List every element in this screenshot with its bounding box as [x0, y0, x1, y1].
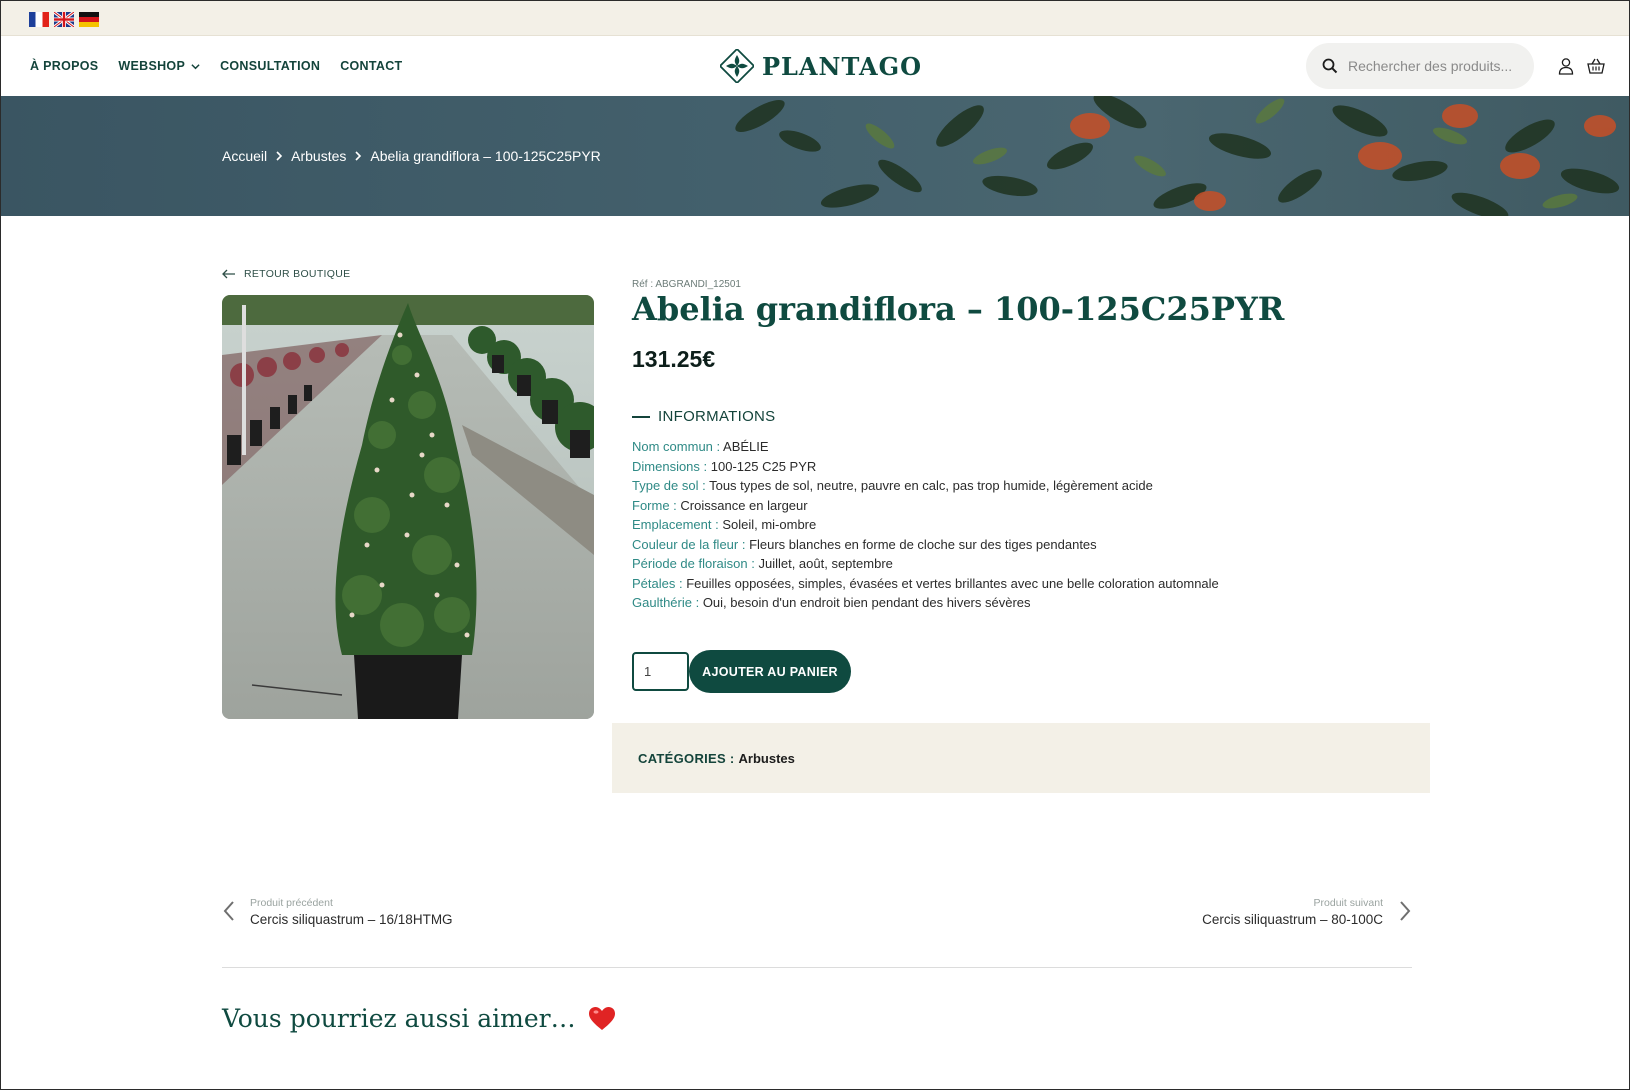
prev-product-link[interactable]: Cercis siliquastrum – 16/18HTMG [250, 912, 453, 927]
info-key: Type de sol : [632, 478, 706, 493]
back-label: RETOUR BOUTIQUE [244, 268, 351, 280]
info-key: Forme : [632, 497, 677, 513]
search-input[interactable] [1348, 58, 1518, 74]
related-products-heading: Vous pourriez aussi aimer… [222, 1004, 616, 1033]
info-value: Oui, besoin d'un endroit bien pendant de… [699, 595, 1031, 610]
product-title: Abelia grandiflora – 100-125C25PYR [632, 290, 1285, 328]
logo-text: PLANTAGO [762, 51, 923, 81]
hero-banner: Accueil Arbustes Abelia grandiflora – 10… [0, 96, 1630, 216]
info-key: Pétales : [632, 575, 683, 591]
info-value: Feuilles opposées, simples, évasées et v… [682, 575, 1219, 591]
nav-consultation[interactable]: CONSULTATION [220, 59, 320, 73]
info-item: Période de floraison : Juillet, août, se… [632, 554, 1219, 574]
related-heading-label: Vous pourriez aussi aimer… [222, 1004, 576, 1033]
info-value: Croissance en largeur [676, 497, 808, 513]
info-key: Dimensions : [632, 458, 708, 474]
nav-a-propos[interactable]: À PROPOS [30, 59, 98, 73]
info-item: Gaulthérie : Oui, besoin d'un endroit bi… [632, 593, 1219, 613]
chevron-down-icon [191, 63, 200, 69]
info-item: Dimensions : 100-125 C25 PYR [632, 457, 1219, 477]
info-key: Couleur de la fleur : [632, 536, 746, 552]
next-product-label: Produit suivant [1313, 897, 1383, 909]
section-divider [222, 967, 1412, 968]
uk-flag-icon[interactable] [54, 12, 74, 27]
nav-contact[interactable]: CONTACT [340, 59, 402, 73]
quantity-input[interactable] [632, 652, 689, 691]
info-value: Fleurs blanches en forme de cloche sur d… [745, 536, 1097, 552]
info-key: Gaulthérie : [632, 595, 700, 610]
add-to-cart-button[interactable]: AJOUTER AU PANIER [689, 650, 851, 693]
back-to-shop-link[interactable]: RETOUR BOUTIQUE [222, 268, 350, 280]
prev-product-label: Produit précédent [250, 897, 333, 909]
info-item: Type de sol : Tous types de sol, neutre,… [632, 476, 1219, 496]
heading-dash [632, 415, 650, 418]
chevron-left-icon[interactable] [222, 900, 236, 922]
info-key: Période de floraison : [632, 556, 755, 571]
info-item: Pétales : Feuilles opposées, simples, év… [632, 574, 1219, 594]
info-value: ABÉLIE [720, 439, 769, 454]
categories-link[interactable]: Arbustes [739, 751, 795, 766]
product-price: 131.25€ [632, 346, 716, 372]
info-value: 100-125 C25 PYR [707, 458, 817, 474]
breadcrumb-current: Abelia grandiflora – 100-125C25PYR [370, 148, 601, 164]
site-header: À PROPOS WEBSHOP CONSULTATION CONTACT PL… [0, 36, 1630, 96]
fr-flag-icon[interactable] [29, 12, 49, 27]
chevron-right-icon [355, 151, 362, 161]
product-ref: Réf : ABGRANDI_12501 [632, 279, 741, 290]
breadcrumb: Accueil Arbustes Abelia grandiflora – 10… [222, 148, 601, 164]
heart-icon [588, 1006, 615, 1030]
product-image[interactable] [222, 295, 594, 719]
logo-icon [720, 49, 754, 83]
site-logo[interactable]: PLANTAGO [720, 48, 922, 84]
nav-webshop[interactable]: WEBSHOP [118, 59, 200, 73]
info-key: Nom commun : [632, 439, 721, 454]
arrow-left-icon [222, 269, 235, 279]
user-icon[interactable] [1556, 56, 1576, 76]
chevron-right-icon[interactable] [1398, 900, 1412, 922]
de-flag-icon[interactable] [79, 12, 99, 27]
info-item: Couleur de la fleur : Fleurs blanches en… [632, 535, 1219, 555]
nav-label: CONSULTATION [220, 59, 321, 73]
language-bar [0, 0, 1630, 36]
breadcrumb-home[interactable]: Accueil [222, 148, 267, 164]
basket-icon[interactable] [1586, 56, 1606, 76]
search-bar[interactable] [1306, 43, 1534, 89]
categories-label: CATÉGORIES : [638, 750, 735, 766]
info-item: Forme : Croissance en largeur [632, 496, 1219, 516]
nav-label: À PROPOS [30, 59, 99, 73]
search-icon[interactable] [1322, 58, 1338, 74]
info-item: Nom commun : ABÉLIE [632, 437, 1219, 457]
chevron-right-icon [276, 151, 283, 161]
main-nav: À PROPOS WEBSHOP CONSULTATION CONTACT [30, 36, 402, 96]
nav-label: CONTACT [340, 59, 403, 73]
info-value: Tous types de sol, neutre, pauvre en cal… [705, 478, 1153, 493]
info-key: Emplacement : [632, 517, 719, 532]
product-info-list: Nom commun : ABÉLIE Dimensions : 100-125… [632, 437, 1219, 613]
informations-heading-label: INFORMATIONS [658, 408, 776, 425]
categories-box: CATÉGORIES : Arbustes [612, 723, 1430, 793]
informations-heading: INFORMATIONS [632, 408, 775, 425]
next-product-link[interactable]: Cercis siliquastrum – 80-100C [1202, 912, 1383, 927]
breadcrumb-category[interactable]: Arbustes [291, 148, 346, 164]
info-value: Juillet, août, septembre [754, 556, 893, 571]
info-value: Soleil, mi-ombre [718, 517, 817, 532]
nav-label: WEBSHOP [118, 59, 186, 73]
info-item: Emplacement : Soleil, mi-ombre [632, 515, 1219, 535]
